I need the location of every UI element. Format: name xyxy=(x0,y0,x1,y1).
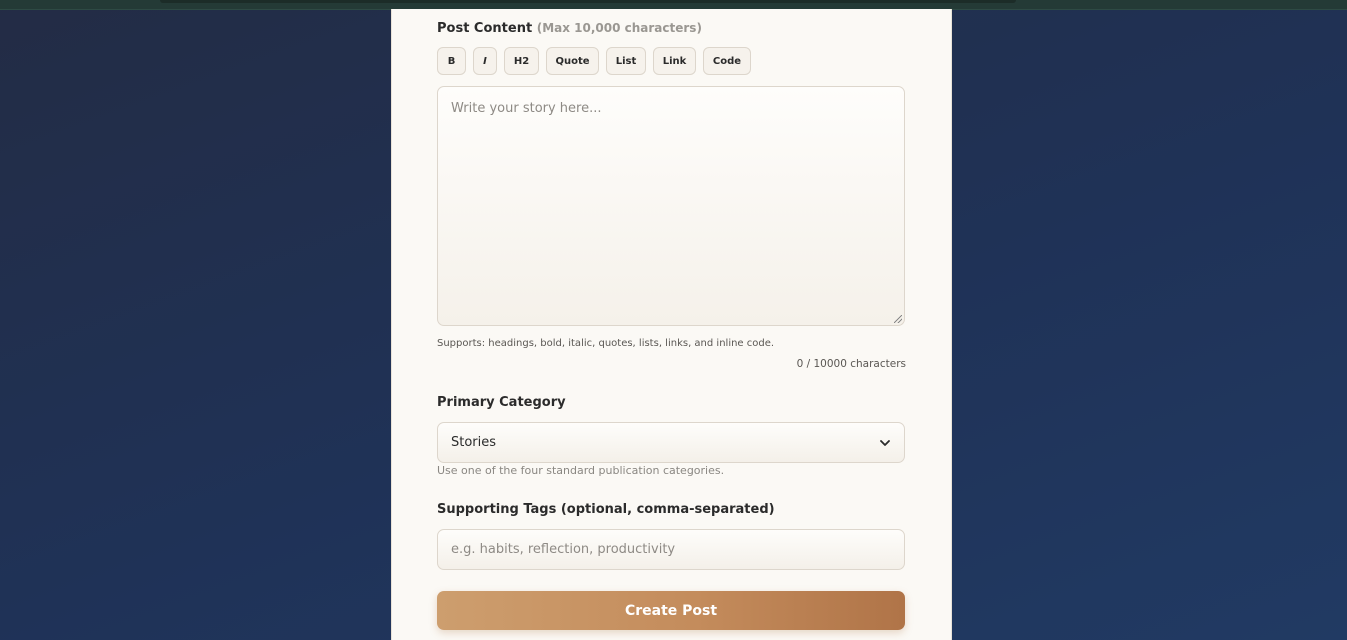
italic-button[interactable]: I xyxy=(473,47,497,75)
code-button[interactable]: Code xyxy=(703,47,751,75)
supporting-tags-label: Supporting Tags (optional, comma-separat… xyxy=(437,502,775,517)
chevron-down-icon xyxy=(880,439,890,446)
quote-button[interactable]: Quote xyxy=(546,47,599,75)
post-form-card: Post Content (Max 10,000 characters) B I… xyxy=(391,9,952,640)
category-hint: Use one of the four standard publication… xyxy=(437,464,725,477)
character-counter: 0 / 10000 characters xyxy=(796,358,906,370)
formatting-support-note: Supports: headings, bold, italic, quotes… xyxy=(437,338,775,349)
primary-category-select[interactable]: Stories xyxy=(437,422,905,463)
supporting-tags-input[interactable]: e.g. habits, reflection, productivity xyxy=(437,529,905,570)
link-button[interactable]: Link xyxy=(653,47,696,75)
heading-button[interactable]: H2 xyxy=(504,47,539,75)
primary-category-label: Primary Category xyxy=(437,395,566,410)
post-content-placeholder: Write your story here... xyxy=(451,101,602,116)
post-content-label-text: Post Content xyxy=(437,21,533,36)
post-content-textarea[interactable]: Write your story here... xyxy=(437,86,905,326)
post-content-label: Post Content (Max 10,000 characters) xyxy=(437,21,702,36)
create-post-button[interactable]: Create Post xyxy=(437,591,905,630)
formatting-toolbar: B I H2 Quote List Link Code xyxy=(437,47,751,75)
primary-category-value: Stories xyxy=(451,435,497,450)
post-content-limit-hint: (Max 10,000 characters) xyxy=(536,21,702,35)
supporting-tags-placeholder: e.g. habits, reflection, productivity xyxy=(451,542,676,557)
top-bar-edge xyxy=(160,0,1016,3)
bold-button[interactable]: B xyxy=(437,47,466,75)
list-button[interactable]: List xyxy=(606,47,646,75)
resize-handle-icon[interactable] xyxy=(894,315,902,323)
